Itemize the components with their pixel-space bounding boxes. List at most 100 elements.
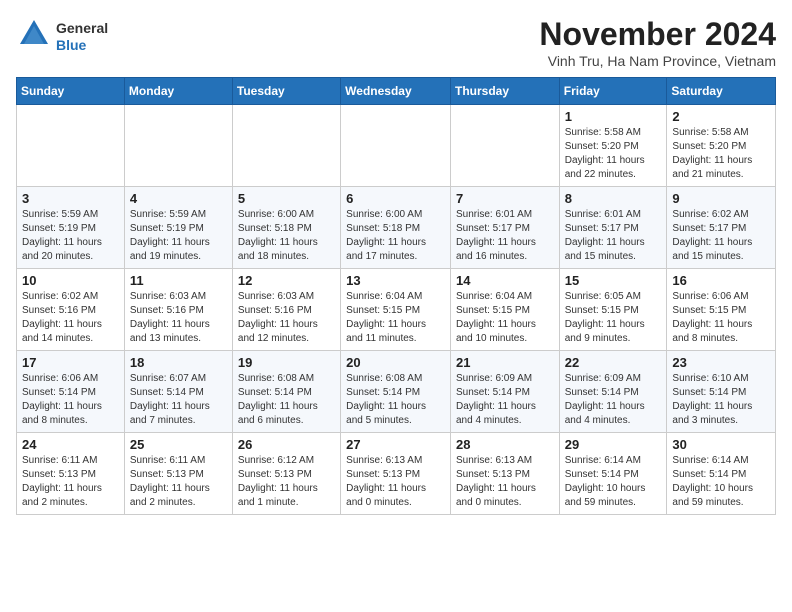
day-number: 3	[22, 191, 119, 206]
day-info: Sunrise: 6:13 AM Sunset: 5:13 PM Dayligh…	[456, 454, 554, 510]
day-number: 15	[565, 273, 662, 288]
weekday-header-friday: Friday	[559, 78, 667, 105]
day-info: Sunrise: 6:09 AM Sunset: 5:14 PM Dayligh…	[565, 372, 662, 428]
calendar-cell: 14 Sunrise: 6:04 AM Sunset: 5:15 PM Dayli…	[450, 269, 559, 351]
day-number: 2	[672, 109, 770, 124]
day-info: Sunrise: 6:01 AM Sunset: 5:17 PM Dayligh…	[565, 208, 662, 264]
weekday-header-wednesday: Wednesday	[341, 78, 451, 105]
day-number: 23	[672, 355, 770, 370]
day-number: 21	[456, 355, 554, 370]
calendar-cell: 22 Sunrise: 6:09 AM Sunset: 5:14 PM Dayli…	[559, 351, 667, 433]
day-number: 16	[672, 273, 770, 288]
day-info: Sunrise: 6:00 AM Sunset: 5:18 PM Dayligh…	[238, 208, 335, 264]
day-number: 28	[456, 437, 554, 452]
weekday-header-monday: Monday	[124, 78, 232, 105]
calendar-cell: 17 Sunrise: 6:06 AM Sunset: 5:14 PM Dayli…	[17, 351, 125, 433]
day-info: Sunrise: 6:04 AM Sunset: 5:15 PM Dayligh…	[456, 290, 554, 346]
day-number: 1	[565, 109, 662, 124]
logo-general: General	[56, 20, 108, 37]
day-info: Sunrise: 6:10 AM Sunset: 5:14 PM Dayligh…	[672, 372, 770, 428]
calendar-cell: 1 Sunrise: 5:58 AM Sunset: 5:20 PM Daylig…	[559, 105, 667, 187]
calendar-cell	[124, 105, 232, 187]
day-info: Sunrise: 6:06 AM Sunset: 5:15 PM Dayligh…	[672, 290, 770, 346]
day-info: Sunrise: 6:11 AM Sunset: 5:13 PM Dayligh…	[130, 454, 227, 510]
day-info: Sunrise: 6:08 AM Sunset: 5:14 PM Dayligh…	[346, 372, 445, 428]
day-number: 29	[565, 437, 662, 452]
day-number: 27	[346, 437, 445, 452]
calendar-cell: 18 Sunrise: 6:07 AM Sunset: 5:14 PM Dayli…	[124, 351, 232, 433]
day-info: Sunrise: 6:13 AM Sunset: 5:13 PM Dayligh…	[346, 454, 445, 510]
calendar-week-5: 24Sunrise: 6:11 AM Sunset: 5:13 PM Dayli…	[17, 433, 776, 515]
day-number: 6	[346, 191, 445, 206]
day-info: Sunrise: 6:02 AM Sunset: 5:16 PM Dayligh…	[22, 290, 119, 346]
day-info: Sunrise: 6:01 AM Sunset: 5:17 PM Dayligh…	[456, 208, 554, 264]
day-info: Sunrise: 6:07 AM Sunset: 5:14 PM Dayligh…	[130, 372, 227, 428]
calendar-cell: 26 Sunrise: 6:12 AM Sunset: 5:13 PM Dayli…	[232, 433, 340, 515]
logo-icon	[16, 16, 52, 52]
day-info: Sunrise: 6:06 AM Sunset: 5:14 PM Dayligh…	[22, 372, 119, 428]
calendar-cell: 9 Sunrise: 6:02 AM Sunset: 5:17 PM Daylig…	[667, 187, 776, 269]
day-number: 17	[22, 355, 119, 370]
day-info: Sunrise: 6:11 AM Sunset: 5:13 PM Dayligh…	[22, 454, 119, 510]
calendar-cell: 16 Sunrise: 6:06 AM Sunset: 5:15 PM Dayli…	[667, 269, 776, 351]
calendar-cell	[17, 105, 125, 187]
calendar-cell: 21 Sunrise: 6:09 AM Sunset: 5:14 PM Dayli…	[450, 351, 559, 433]
day-number: 10	[22, 273, 119, 288]
day-info: Sunrise: 6:04 AM Sunset: 5:15 PM Dayligh…	[346, 290, 445, 346]
calendar-cell: 15 Sunrise: 6:05 AM Sunset: 5:15 PM Dayli…	[559, 269, 667, 351]
day-info: Sunrise: 5:59 AM Sunset: 5:19 PM Dayligh…	[130, 208, 227, 264]
day-number: 18	[130, 355, 227, 370]
calendar-cell: 23 Sunrise: 6:10 AM Sunset: 5:14 PM Dayli…	[667, 351, 776, 433]
day-info: Sunrise: 6:09 AM Sunset: 5:14 PM Dayligh…	[456, 372, 554, 428]
calendar-cell: 2 Sunrise: 5:58 AM Sunset: 5:20 PM Daylig…	[667, 105, 776, 187]
month-title: November 2024	[539, 16, 776, 53]
day-info: Sunrise: 6:12 AM Sunset: 5:13 PM Dayligh…	[238, 454, 335, 510]
day-number: 22	[565, 355, 662, 370]
day-number: 13	[346, 273, 445, 288]
day-number: 8	[565, 191, 662, 206]
day-info: Sunrise: 6:03 AM Sunset: 5:16 PM Dayligh…	[238, 290, 335, 346]
day-info: Sunrise: 5:58 AM Sunset: 5:20 PM Dayligh…	[565, 126, 662, 182]
calendar-week-4: 17 Sunrise: 6:06 AM Sunset: 5:14 PM Dayli…	[17, 351, 776, 433]
day-number: 19	[238, 355, 335, 370]
calendar-cell	[450, 105, 559, 187]
calendar-cell: 8 Sunrise: 6:01 AM Sunset: 5:17 PM Daylig…	[559, 187, 667, 269]
calendar-cell: 11 Sunrise: 6:03 AM Sunset: 5:16 PM Dayli…	[124, 269, 232, 351]
calendar-week-1: 1 Sunrise: 5:58 AM Sunset: 5:20 PM Daylig…	[17, 105, 776, 187]
weekday-header-sunday: Sunday	[17, 78, 125, 105]
weekday-header-row: SundayMondayTuesdayWednesdayThursdayFrid…	[17, 78, 776, 105]
day-info: Sunrise: 6:03 AM Sunset: 5:16 PM Dayligh…	[130, 290, 227, 346]
calendar-cell: 27 Sunrise: 6:13 AM Sunset: 5:13 PM Dayli…	[341, 433, 451, 515]
day-info: Sunrise: 5:58 AM Sunset: 5:20 PM Dayligh…	[672, 126, 770, 182]
calendar-cell: 20 Sunrise: 6:08 AM Sunset: 5:14 PM Dayli…	[341, 351, 451, 433]
calendar-cell: 4Sunrise: 5:59 AM Sunset: 5:19 PM Daylig…	[124, 187, 232, 269]
day-number: 26	[238, 437, 335, 452]
calendar-table: SundayMondayTuesdayWednesdayThursdayFrid…	[16, 77, 776, 515]
day-number: 30	[672, 437, 770, 452]
day-info: Sunrise: 6:08 AM Sunset: 5:14 PM Dayligh…	[238, 372, 335, 428]
day-number: 9	[672, 191, 770, 206]
day-info: Sunrise: 5:59 AM Sunset: 5:19 PM Dayligh…	[22, 208, 119, 264]
calendar-cell: 6Sunrise: 6:00 AM Sunset: 5:18 PM Daylig…	[341, 187, 451, 269]
day-number: 20	[346, 355, 445, 370]
calendar-cell: 30Sunrise: 6:14 AM Sunset: 5:14 PM Dayli…	[667, 433, 776, 515]
day-number: 12	[238, 273, 335, 288]
day-number: 14	[456, 273, 554, 288]
logo-blue: Blue	[56, 37, 108, 54]
calendar-cell: 7 Sunrise: 6:01 AM Sunset: 5:17 PM Daylig…	[450, 187, 559, 269]
day-number: 11	[130, 273, 227, 288]
weekday-header-tuesday: Tuesday	[232, 78, 340, 105]
calendar-cell: 28 Sunrise: 6:13 AM Sunset: 5:13 PM Dayli…	[450, 433, 559, 515]
weekday-header-saturday: Saturday	[667, 78, 776, 105]
calendar-cell: 13 Sunrise: 6:04 AM Sunset: 5:15 PM Dayli…	[341, 269, 451, 351]
calendar-cell: 24Sunrise: 6:11 AM Sunset: 5:13 PM Dayli…	[17, 433, 125, 515]
day-info: Sunrise: 6:05 AM Sunset: 5:15 PM Dayligh…	[565, 290, 662, 346]
calendar-cell: 5 Sunrise: 6:00 AM Sunset: 5:18 PM Daylig…	[232, 187, 340, 269]
day-number: 5	[238, 191, 335, 206]
day-number: 7	[456, 191, 554, 206]
calendar-cell: 25Sunrise: 6:11 AM Sunset: 5:13 PM Dayli…	[124, 433, 232, 515]
day-info: Sunrise: 6:02 AM Sunset: 5:17 PM Dayligh…	[672, 208, 770, 264]
calendar-week-3: 10 Sunrise: 6:02 AM Sunset: 5:16 PM Dayli…	[17, 269, 776, 351]
calendar-cell: 10 Sunrise: 6:02 AM Sunset: 5:16 PM Dayli…	[17, 269, 125, 351]
calendar-cell: 29Sunrise: 6:14 AM Sunset: 5:14 PM Dayli…	[559, 433, 667, 515]
